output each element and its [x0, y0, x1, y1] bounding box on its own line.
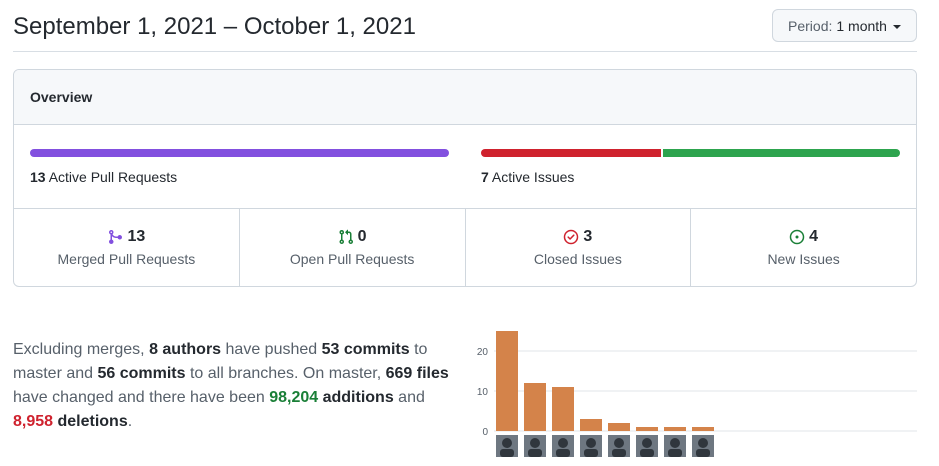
avatar-head: [502, 438, 512, 448]
closed-issues-segment: [481, 149, 662, 157]
overview-panel: Overview 13 Active Pull Requests 7 Activ…: [13, 69, 917, 287]
avatar-body: [640, 449, 654, 457]
new-issues-value: 4: [809, 228, 819, 245]
avatar-body: [668, 449, 682, 457]
contributor-bar[interactable]: [496, 331, 518, 431]
active-issues-count: 7: [481, 169, 489, 185]
contributor-bar[interactable]: [524, 383, 546, 431]
deletions-count: 8,958: [13, 413, 54, 430]
overview-title: Overview: [30, 89, 93, 105]
page-header: September 1, 2021 – October 1, 2021 Peri…: [13, 0, 917, 52]
avatar-head: [614, 438, 624, 448]
contributors-bar-chart: 0 10 20: [477, 331, 917, 457]
avatar-body: [584, 449, 598, 457]
merged-pr-value: 13: [127, 228, 146, 245]
summary-text: Excluding merges,: [13, 341, 150, 358]
contributor-bar[interactable]: [664, 427, 686, 431]
y-tick-label: 0: [482, 427, 488, 438]
summary-text: .: [127, 413, 133, 430]
avatar-body: [556, 449, 570, 457]
pull-request-icon: [339, 229, 353, 245]
master-commits-count: 53 commits: [321, 341, 410, 358]
contributor-bar[interactable]: [608, 423, 630, 431]
contributor-bar[interactable]: [580, 419, 602, 431]
avatar-head: [698, 438, 708, 448]
active-issues-label: Active Issues: [491, 169, 575, 185]
new-issues-label: New Issues: [767, 251, 840, 267]
active-pr-label: Active Pull Requests: [48, 169, 178, 185]
summary-text: have pushed: [221, 341, 322, 358]
period-value: 1 month: [836, 17, 887, 34]
additions-word: additions: [318, 389, 394, 406]
date-range-title: September 1, 2021 – October 1, 2021: [13, 13, 416, 40]
active-issues-summary[interactable]: 7 Active Issues: [481, 149, 900, 186]
caret-down-icon: [892, 24, 901, 29]
overview-header: Overview: [14, 70, 916, 125]
contributor-bar[interactable]: [692, 427, 714, 431]
issue-opened-icon: [789, 229, 805, 245]
avatar-body: [528, 449, 542, 457]
summary-text: and: [393, 389, 425, 406]
pull-requests-bar: [30, 149, 449, 157]
period-dropdown-button[interactable]: Period: 1 month: [772, 9, 917, 42]
stats-row: 13 Merged Pull Requests 0 Open Pull Requ…: [14, 209, 916, 286]
avatar-head: [586, 438, 596, 448]
merged-pull-requests-stat[interactable]: 13 Merged Pull Requests: [14, 209, 240, 286]
avatar-body: [612, 449, 626, 457]
issues-bar: [481, 149, 900, 157]
active-pull-requests-summary[interactable]: 13 Active Pull Requests: [30, 149, 449, 186]
files-changed-count: 669 files: [385, 365, 449, 382]
open-pr-value: 0: [357, 228, 367, 245]
avatar-body: [696, 449, 710, 457]
overview-bars: 13 Active Pull Requests 7 Active Issues: [14, 125, 916, 209]
merge-icon: [109, 230, 123, 244]
closed-issues-label: Closed Issues: [533, 251, 622, 267]
y-tick-label: 20: [477, 347, 489, 358]
avatar-head: [642, 438, 652, 448]
all-branches-commits-count: 56 commits: [97, 365, 186, 382]
issue-closed-icon: [564, 229, 579, 245]
summary-text: have changed and there have been: [13, 389, 270, 406]
new-issues-stat[interactable]: 4 New Issues: [691, 209, 916, 286]
active-pr-count: 13: [30, 169, 46, 185]
summary-text: to all branches. On master,: [185, 365, 386, 382]
period-label: Period:: [788, 17, 833, 34]
avatar-body: [500, 449, 514, 457]
deletions-word: deletions: [53, 413, 128, 430]
contributor-bar[interactable]: [636, 427, 658, 431]
y-tick-label: 10: [477, 387, 489, 398]
merged-pr-segment: [30, 149, 449, 157]
contributor-bar[interactable]: [552, 387, 574, 431]
closed-issues-value: 3: [583, 228, 593, 245]
avatar-head: [530, 438, 540, 448]
open-pr-label: Open Pull Requests: [289, 251, 415, 267]
merged-pr-label: Merged Pull Requests: [57, 251, 196, 267]
avatar-head: [670, 438, 680, 448]
closed-issues-stat[interactable]: 3 Closed Issues: [466, 209, 692, 286]
additions-count: 98,204: [269, 389, 319, 406]
authors-count-link[interactable]: 8 authors: [149, 341, 221, 358]
new-issues-segment: [663, 149, 900, 157]
open-pull-requests-stat[interactable]: 0 Open Pull Requests: [240, 209, 466, 286]
commit-summary: Excluding merges, 8 authors have pushed …: [13, 338, 453, 434]
avatar-head: [558, 438, 568, 448]
